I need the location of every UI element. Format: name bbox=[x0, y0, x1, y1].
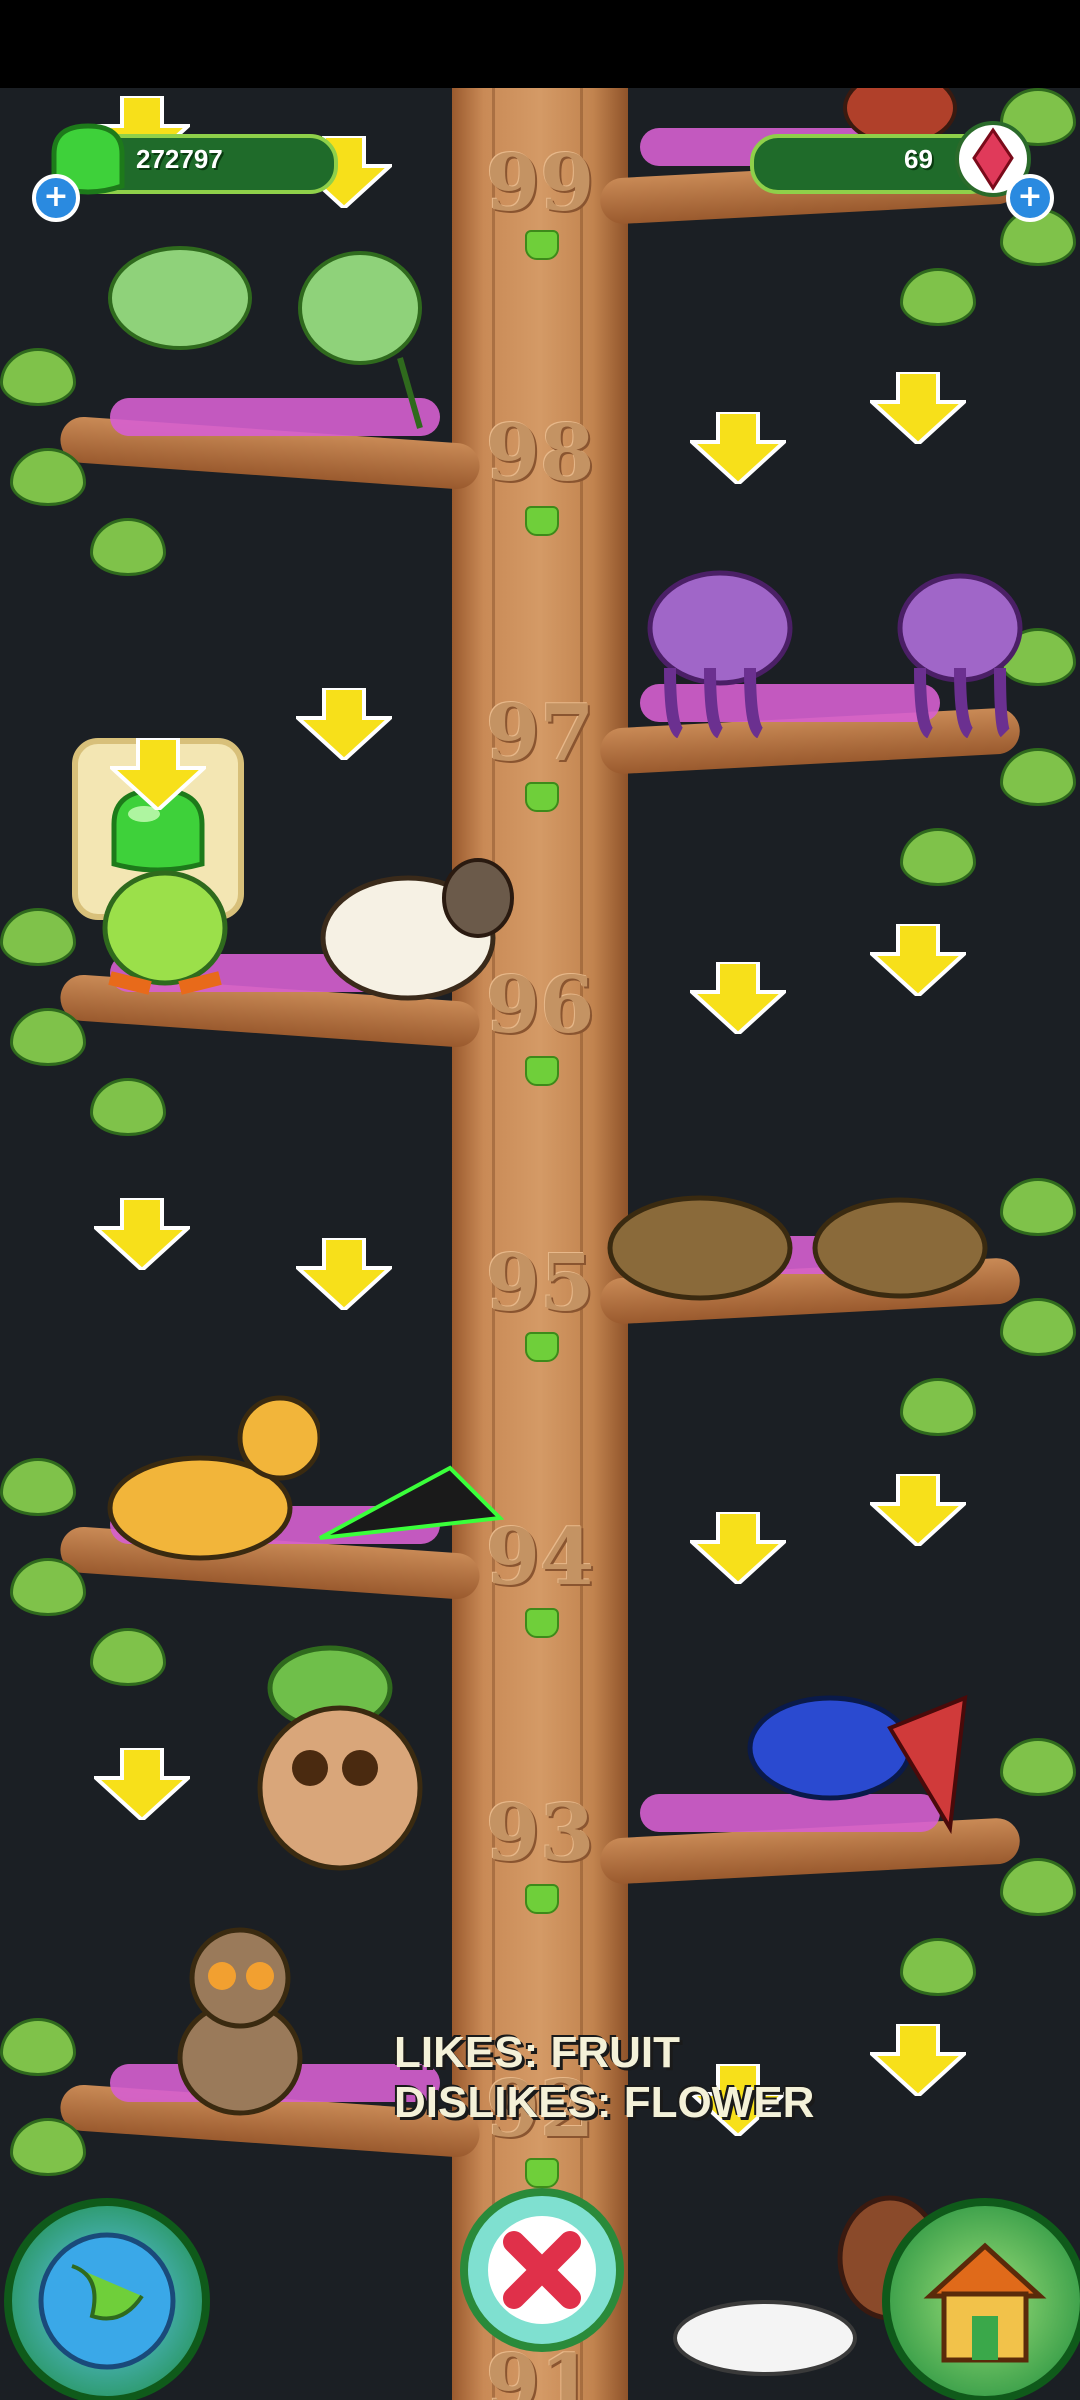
arctic-fox-creature[interactable] bbox=[670, 2288, 860, 2378]
leaf bbox=[900, 268, 976, 326]
loris-creature[interactable] bbox=[230, 1618, 430, 1878]
leaf bbox=[90, 1078, 166, 1136]
down-arrow-icon[interactable] bbox=[870, 2024, 966, 2096]
down-arrow-icon[interactable] bbox=[296, 1238, 392, 1310]
leaf bbox=[0, 1458, 76, 1516]
globe-icon bbox=[38, 2232, 176, 2370]
level-number-98: 98 bbox=[485, 408, 595, 499]
leaf bbox=[1000, 1858, 1076, 1916]
globe-button[interactable] bbox=[4, 2198, 210, 2400]
jellyfish-creature[interactable] bbox=[630, 568, 1030, 738]
leaf bbox=[1000, 748, 1076, 806]
down-arrow-icon[interactable] bbox=[94, 1748, 190, 1820]
luna-moth-creature[interactable] bbox=[70, 208, 450, 438]
level-number-97: 97 bbox=[485, 688, 595, 779]
paw-icon bbox=[525, 1332, 559, 1362]
echidna-creature[interactable] bbox=[600, 1168, 1000, 1308]
down-arrow-icon bbox=[110, 738, 206, 810]
paw-icon bbox=[525, 1884, 559, 1914]
tree-scene: 99 98 97 96 95 94 93 92 91 LIKES: FRUIT … bbox=[0, 88, 1080, 2400]
down-arrow-icon[interactable] bbox=[870, 372, 966, 444]
paw-icon bbox=[525, 506, 559, 536]
leaf bbox=[0, 908, 76, 966]
leopard-creature[interactable] bbox=[80, 1378, 320, 1578]
add-seeds-button[interactable]: + bbox=[32, 174, 80, 222]
butterfly-creature[interactable] bbox=[300, 1428, 510, 1568]
sheep-creature[interactable] bbox=[318, 848, 518, 1008]
status-bar bbox=[0, 0, 1080, 88]
leaf bbox=[900, 828, 976, 886]
leaf bbox=[90, 1628, 166, 1686]
frog-creature[interactable] bbox=[90, 848, 240, 998]
leaf bbox=[0, 2018, 76, 2076]
leaf bbox=[90, 518, 166, 576]
paw-icon bbox=[525, 2158, 559, 2188]
level-number-95: 95 bbox=[485, 1238, 595, 1329]
leaf bbox=[900, 1938, 976, 1996]
seeds-count: 272797 bbox=[136, 144, 223, 174]
down-arrow-icon[interactable] bbox=[690, 962, 786, 1034]
level-number-93: 93 bbox=[485, 1788, 595, 1879]
leaf bbox=[1000, 1738, 1076, 1796]
likes-label: LIKES: FRUIT bbox=[394, 2028, 680, 2077]
level-number-99: 99 bbox=[485, 138, 595, 229]
house-icon bbox=[923, 2242, 1047, 2363]
leaf bbox=[900, 1378, 976, 1436]
paw-icon bbox=[525, 782, 559, 812]
betta-fish-creature[interactable] bbox=[740, 1668, 970, 1838]
house-button[interactable] bbox=[882, 2198, 1080, 2400]
down-arrow-icon[interactable] bbox=[690, 1512, 786, 1584]
down-arrow-icon[interactable] bbox=[870, 924, 966, 996]
add-gems-button[interactable]: + bbox=[1006, 174, 1054, 222]
down-arrow-icon[interactable] bbox=[296, 688, 392, 760]
leaf bbox=[1000, 1178, 1076, 1236]
paw-icon bbox=[525, 230, 559, 260]
down-arrow-icon[interactable] bbox=[94, 1198, 190, 1270]
down-arrow-icon[interactable] bbox=[870, 1474, 966, 1546]
tarsier-creature[interactable] bbox=[150, 1918, 330, 2118]
leaf bbox=[0, 348, 76, 406]
paw-icon bbox=[525, 1608, 559, 1638]
gems-count: 69 bbox=[904, 144, 933, 174]
close-button[interactable] bbox=[460, 2188, 624, 2352]
close-x-icon bbox=[488, 2216, 596, 2324]
down-arrow-icon[interactable] bbox=[690, 412, 786, 484]
leaf bbox=[1000, 1298, 1076, 1356]
dislikes-label: DISLIKES: FLOWER bbox=[394, 2078, 815, 2127]
paw-icon bbox=[525, 1056, 559, 1086]
